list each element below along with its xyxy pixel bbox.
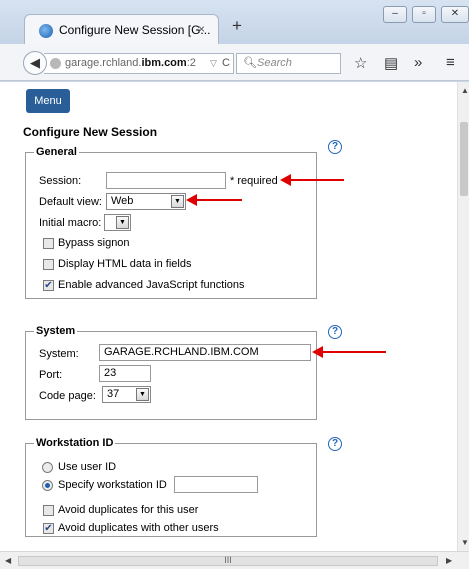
port-label: Port: xyxy=(39,369,63,381)
globe-favicon-icon xyxy=(39,24,53,38)
search-placeholder: Search xyxy=(257,57,292,69)
specify-workstation-id-label: Specify workstation ID xyxy=(58,479,167,491)
scroll-right-icon[interactable]: ▶ xyxy=(446,556,452,565)
avoid-dup-others-checkbox[interactable]: ✔ xyxy=(43,523,54,534)
search-input[interactable]: 🔍︎ Search xyxy=(236,53,341,74)
chevron-down-icon: ▼ xyxy=(171,195,184,208)
avoid-dup-user-label: Avoid duplicates for this user xyxy=(58,504,199,516)
url-bar[interactable]: garage.rchland.ibm.com:2 ▽ C xyxy=(44,53,234,74)
code-page-select[interactable]: 37 ▼ xyxy=(102,386,151,403)
menu-button[interactable]: Menu xyxy=(26,89,70,113)
system-help-icon[interactable]: ? xyxy=(328,325,342,339)
enable-js-label: Enable advanced JavaScript functions xyxy=(58,279,245,291)
workstation-id-input[interactable] xyxy=(174,476,258,493)
bypass-signon-checkbox[interactable] xyxy=(43,238,54,249)
required-note: * required xyxy=(230,175,278,187)
annotation-arrow xyxy=(280,174,344,186)
general-legend: General xyxy=(36,146,77,158)
workstation-help-icon[interactable]: ? xyxy=(328,437,342,451)
vertical-scrollbar[interactable]: ▲ ▼ xyxy=(457,82,469,551)
system-legend: System xyxy=(36,325,76,337)
initial-macro-label: Initial macro: xyxy=(39,217,102,229)
chevron-down-icon: ▼ xyxy=(136,388,149,401)
url-dropdown-icon[interactable]: ▽ xyxy=(210,54,217,73)
use-user-id-label: Use user ID xyxy=(58,461,117,473)
navigation-bar: garage.rchland.ibm.com:2 ▽ C ◀ 🔍︎ Search… xyxy=(0,44,469,81)
chevron-down-icon: ▼ xyxy=(116,216,129,229)
system-label: System: xyxy=(39,348,79,360)
annotation-arrow xyxy=(186,194,242,206)
code-page-value: 37 xyxy=(107,388,120,400)
use-user-id-radio[interactable] xyxy=(42,462,53,473)
default-view-select[interactable]: Web ▼ xyxy=(106,193,186,210)
scroll-up-icon[interactable]: ▲ xyxy=(461,86,469,95)
back-arrow-icon: ◀ xyxy=(30,55,40,70)
horizontal-scrollbar[interactable]: ◀ III ▶ xyxy=(0,551,469,569)
initial-macro-select[interactable]: ▼ xyxy=(104,214,131,231)
horizontal-scroll-thumb[interactable]: III xyxy=(18,556,438,566)
session-label: Session: xyxy=(39,175,82,187)
back-button[interactable]: ◀ xyxy=(23,51,47,75)
bookmark-star-icon[interactable]: ☆ xyxy=(354,54,367,72)
display-html-label: Display HTML data in fields xyxy=(58,258,192,270)
vertical-scroll-thumb[interactable] xyxy=(460,122,468,196)
new-tab-icon[interactable]: + xyxy=(232,16,242,36)
overflow-chevron-icon[interactable]: » xyxy=(414,54,422,71)
avoid-dup-others-label: Avoid duplicates with other users xyxy=(58,522,219,534)
minimize-icon[interactable]: ‒ xyxy=(383,6,407,23)
title-bar: Configure New Session [G... × + ‒ ▫ ✕ xyxy=(0,0,469,44)
page-viewport: Menu Configure New Session General ? Ses… xyxy=(0,82,469,551)
annotation-arrow xyxy=(312,346,386,358)
port-input[interactable]: 23 xyxy=(99,365,151,382)
search-icon: 🔍︎ xyxy=(243,57,257,69)
bypass-signon-label: Bypass signon xyxy=(58,237,130,249)
session-input[interactable] xyxy=(106,172,226,189)
close-window-icon[interactable]: ✕ xyxy=(441,6,469,23)
general-help-icon[interactable]: ? xyxy=(328,140,342,154)
default-view-label: Default view: xyxy=(39,196,102,208)
system-input[interactable]: GARAGE.RCHLAND.IBM.COM xyxy=(99,344,311,361)
display-html-checkbox[interactable] xyxy=(43,259,54,270)
default-view-value: Web xyxy=(111,195,134,207)
enable-js-checkbox[interactable]: ✔ xyxy=(43,280,54,291)
globe-icon xyxy=(50,58,61,69)
hamburger-menu-icon[interactable]: ≡ xyxy=(446,54,455,71)
specify-workstation-id-radio[interactable] xyxy=(42,480,53,491)
browser-tab[interactable]: Configure New Session [G... × xyxy=(24,14,219,44)
tab-title: Configure New Session [G... xyxy=(59,23,211,37)
maximize-icon[interactable]: ▫ xyxy=(412,6,436,23)
reload-icon[interactable]: C xyxy=(222,54,230,73)
scroll-down-icon[interactable]: ▼ xyxy=(461,538,469,547)
url-text: garage.rchland.ibm.com:2 xyxy=(65,57,196,69)
code-page-label: Code page: xyxy=(39,390,96,402)
page-title: Configure New Session xyxy=(23,125,158,139)
avoid-dup-user-checkbox[interactable] xyxy=(43,505,54,516)
close-tab-icon[interactable]: × xyxy=(198,22,205,36)
scroll-left-icon[interactable]: ◀ xyxy=(5,556,11,565)
workstation-legend: Workstation ID xyxy=(36,437,114,449)
reading-list-icon[interactable]: ▤ xyxy=(384,54,398,72)
system-fieldset: System xyxy=(25,325,317,420)
